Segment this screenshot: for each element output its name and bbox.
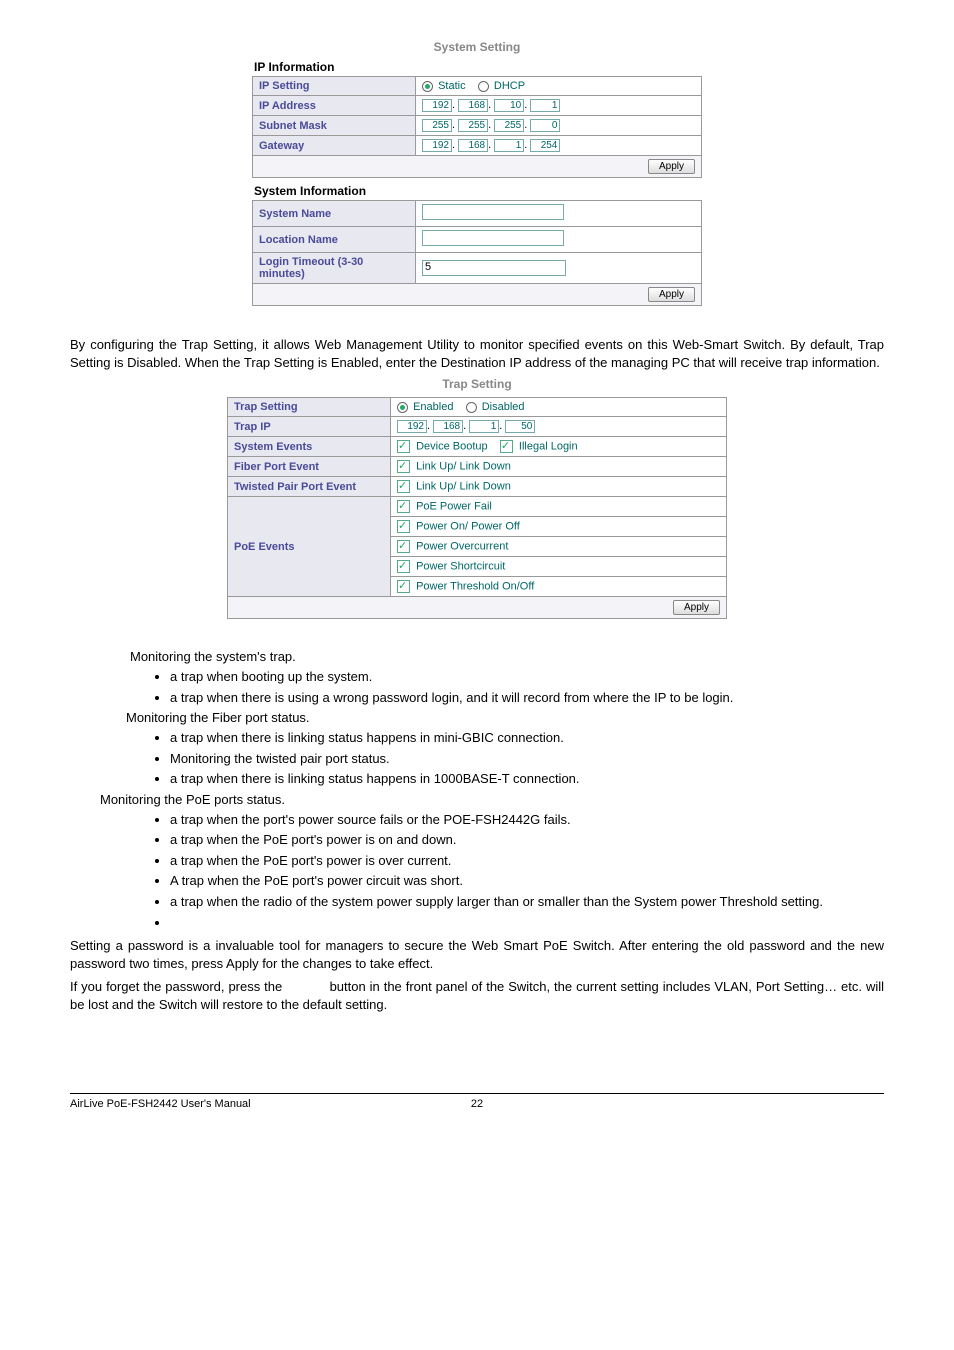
footer-left-text: AirLive PoE-FSH2442 User's Manual: [70, 1098, 447, 1110]
illegal-login-label: Illegal Login: [519, 441, 578, 453]
system-setting-title: System Setting: [252, 40, 702, 54]
trap-intro-paragraph: By configuring the Trap Setting, it allo…: [70, 336, 884, 371]
subnet-oct-1[interactable]: 255: [422, 119, 452, 132]
trap-apply-button[interactable]: Apply: [673, 600, 720, 615]
dhcp-label: DHCP: [494, 80, 525, 92]
password-paragraph-2: If you forget the password, press the bu…: [70, 978, 884, 1013]
subnet-oct-2[interactable]: 255: [458, 119, 488, 132]
bullet-poe-fail: a trap when the port's power source fail…: [170, 811, 884, 829]
twisted-header-text: Monitoring the twisted pair port status.: [170, 751, 390, 766]
poe-header-text: Monitoring the PoE ports status.: [100, 792, 884, 807]
system-name-input[interactable]: [422, 204, 564, 220]
chk-poe-shortcircuit[interactable]: [397, 560, 410, 573]
system-name-label: System Name: [253, 201, 416, 227]
ip-oct-4[interactable]: 1: [530, 99, 560, 112]
location-name-input[interactable]: [422, 230, 564, 246]
trap-setting-table: Trap Setting Enabled Disabled Trap IP 19…: [227, 397, 727, 597]
trap-setting-title: Trap Setting: [227, 377, 727, 391]
radio-static[interactable]: [422, 81, 433, 92]
poe-threshold-label: Power Threshold On/Off: [416, 581, 534, 593]
radio-enabled[interactable]: [397, 402, 408, 413]
bullet-poe-onoff: a trap when the PoE port's power is on a…: [170, 831, 884, 849]
poe-onoff-label: Power On/ Power Off: [416, 521, 520, 533]
chk-fiber-linkupdown[interactable]: [397, 460, 410, 473]
bullet-poe-over: a trap when the PoE port's power is over…: [170, 852, 884, 870]
chk-poe-onoff[interactable]: [397, 520, 410, 533]
footer-page-number: 22: [447, 1098, 507, 1110]
fiber-port-label: Fiber Port Event: [228, 457, 391, 477]
chk-poe-threshold[interactable]: [397, 580, 410, 593]
device-bootup-label: Device Bootup: [416, 441, 488, 453]
poe-overcurrent-label: Power Overcurrent: [416, 541, 508, 553]
twisted-linkupdown-label: Link Up/ Link Down: [416, 481, 511, 493]
radio-dhcp[interactable]: [478, 81, 489, 92]
trapip-oct-2[interactable]: 168: [433, 420, 463, 433]
system-info-table: System Name Location Name Login Timeout …: [252, 200, 702, 284]
password-paragraph-1: Setting a password is a invaluable tool …: [70, 937, 884, 972]
trap-setting-label: Trap Setting: [228, 398, 391, 417]
bullet-empty: [170, 914, 884, 932]
page-footer: AirLive PoE-FSH2442 User's Manual 22: [70, 1093, 884, 1110]
trapip-oct-3[interactable]: 1: [469, 420, 499, 433]
bullet-fiber-link: a trap when there is linking status happ…: [170, 729, 884, 747]
location-name-label: Location Name: [253, 227, 416, 253]
ip-setting-value: Static DHCP: [416, 77, 702, 96]
trapip-oct-4[interactable]: 50: [505, 420, 535, 433]
fiber-bullet-list: a trap when there is linking status happ…: [70, 729, 884, 788]
sysinfo-apply-button[interactable]: Apply: [648, 287, 695, 302]
trap-setting-panel: Trap Setting Trap Setting Enabled Disabl…: [227, 377, 727, 619]
subnet-label: Subnet Mask: [253, 116, 416, 136]
static-label: Static: [438, 80, 466, 92]
twisted-pair-label: Twisted Pair Port Event: [228, 477, 391, 497]
gateway-value: 192. 168. 1. 254: [416, 136, 702, 156]
ip-oct-1[interactable]: 192: [422, 99, 452, 112]
fiber-linkupdown-label: Link Up/ Link Down: [416, 461, 511, 473]
ip-address-value: 192. 168. 10. 1: [416, 96, 702, 116]
subnet-oct-4[interactable]: 0: [530, 119, 560, 132]
chk-twisted-linkupdown[interactable]: [397, 480, 410, 493]
subnet-oct-3[interactable]: 255: [494, 119, 524, 132]
system-setting-panel: System Setting IP Information IP Setting…: [252, 40, 702, 306]
bullet-twisted-link: a trap when there is linking status happ…: [170, 770, 884, 788]
ip-address-label: IP Address: [253, 96, 416, 116]
chk-poe-powerfail[interactable]: [397, 500, 410, 513]
ip-setting-label: IP Setting: [253, 77, 416, 96]
disabled-label: Disabled: [482, 401, 525, 413]
ip-oct-3[interactable]: 10: [494, 99, 524, 112]
gw-oct-4[interactable]: 254: [530, 139, 560, 152]
subnet-value: 255. 255. 255. 0: [416, 116, 702, 136]
bullet-illegal-login: a trap when there is using a wrong passw…: [170, 689, 884, 707]
login-timeout-label: Login Timeout (3-30 minutes): [253, 253, 416, 284]
radio-disabled[interactable]: [466, 402, 477, 413]
ip-information-table: IP Setting Static DHCP IP Address 192. 1…: [252, 76, 702, 156]
fiber-header-text: Monitoring the Fiber port status.: [126, 710, 884, 725]
gw-oct-1[interactable]: 192: [422, 139, 452, 152]
bullet-bootup: a trap when booting up the system.: [170, 668, 884, 686]
system-trap-text: Monitoring the system's trap.: [130, 649, 884, 664]
login-timeout-input[interactable]: 5: [422, 260, 566, 276]
trap-ip-label: Trap IP: [228, 417, 391, 437]
reset-button-gap: [286, 979, 325, 994]
gw-oct-2[interactable]: 168: [458, 139, 488, 152]
ip-apply-button[interactable]: Apply: [648, 159, 695, 174]
bullet-poe-threshold: a trap when the radio of the system powe…: [170, 893, 884, 911]
poe-events-label: PoE Events: [228, 497, 391, 597]
chk-device-bootup[interactable]: [397, 440, 410, 453]
password-para2a: If you forget the password, press the: [70, 979, 286, 994]
bullet-poe-short: A trap when the PoE port's power circuit…: [170, 872, 884, 890]
trapip-oct-1[interactable]: 192: [397, 420, 427, 433]
system-events-label: System Events: [228, 437, 391, 457]
enabled-label: Enabled: [413, 401, 453, 413]
poe-bullet-list: a trap when the port's power source fail…: [70, 811, 884, 931]
poe-shortcircuit-label: Power Shortcircuit: [416, 561, 505, 573]
ip-oct-2[interactable]: 168: [458, 99, 488, 112]
chk-illegal-login[interactable]: [500, 440, 513, 453]
ip-information-header: IP Information: [254, 60, 702, 74]
gw-oct-3[interactable]: 1: [494, 139, 524, 152]
poe-powerfail-label: PoE Power Fail: [416, 501, 492, 513]
chk-poe-overcurrent[interactable]: [397, 540, 410, 553]
trap-bullet-list: a trap when booting up the system. a tra…: [70, 668, 884, 706]
gateway-label: Gateway: [253, 136, 416, 156]
system-info-header: System Information: [254, 184, 702, 198]
